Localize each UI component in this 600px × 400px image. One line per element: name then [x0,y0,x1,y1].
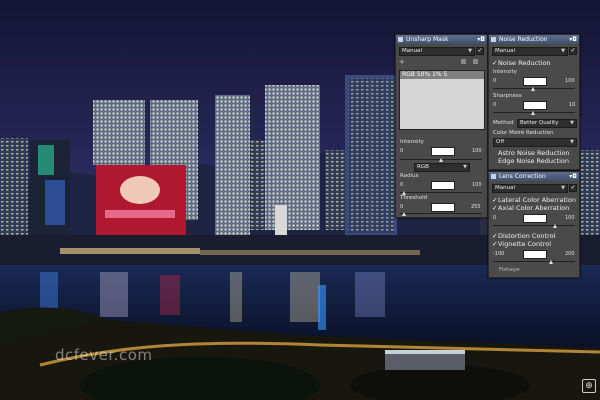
panel-icon [398,37,403,42]
unsharp-mode-select[interactable]: Manual ▼ [399,47,475,56]
unsharp-threshold-min: 0 [400,204,404,210]
panel-menu-icon[interactable]: ▾◘ [569,172,577,181]
unsharp-preset-list[interactable]: RGB 50% 1% 5 [399,70,485,130]
fisheye-label: Fisheye [499,267,520,273]
distortion-control-label: Distortion Control [498,232,556,240]
lateral-aberration-label: Lateral Color Aberration [498,196,576,204]
lateral-aberration-checkbox[interactable]: ✓Lateral Color Aberration [492,196,576,204]
vignette-control-label: Vignette Control [498,240,552,248]
lens-mode-select[interactable]: Manual ▼ [492,184,568,193]
unsharp-radius-field[interactable] [431,181,455,190]
panel-menu-icon[interactable]: ▾◘ [477,35,485,44]
zoom-icon[interactable]: ⊕ [582,379,596,393]
axial-min: 0 [493,215,497,221]
noise-reduction-titlebar[interactable]: Noise Reduction ▾◘ [489,35,579,44]
vignette-control-checkbox[interactable]: ✓Vignette Control [492,240,551,248]
unsharp-intensity-handle[interactable] [439,158,443,162]
axial-aberration-label: Axial Color Aberration [498,204,570,212]
unsharp-channel-value: RGB [417,164,429,170]
chevron-down-icon: ▼ [561,185,565,191]
unsharp-intensity-max: 100 [472,148,482,154]
unsharp-preset-item[interactable]: RGB 50% 1% 5 [400,71,484,79]
unsharp-threshold-handle[interactable] [402,212,406,216]
vignette-slider-handle[interactable] [549,260,553,264]
chevron-down-icon: ▼ [570,120,574,126]
noise-color-moire-select[interactable]: Off ▼ [493,138,577,147]
noise-sharpness-label: Sharpness [493,93,522,99]
unsharp-enable-checkbox[interactable]: ✓ [476,47,484,55]
chevron-down-icon: ▼ [463,164,467,170]
axial-aberration-checkbox[interactable]: ✓Axial Color Aberration [492,204,569,212]
lens-mode-value: Manual [495,185,515,191]
axial-slider-handle[interactable] [553,224,557,228]
astro-noise-label: Astro Noise Reduction [498,149,570,157]
edge-noise-checkbox[interactable]: Edge Noise Reduction [492,157,569,165]
noise-reduction-label: Noise Reduction [498,59,551,67]
unsharp-intensity-field[interactable] [431,147,455,156]
axial-slider[interactable] [493,225,575,226]
noise-sharpness-min: 0 [493,102,497,108]
noise-sharpness-field[interactable] [523,101,547,110]
noise-method-select[interactable]: Better Quality ▼ [517,119,577,128]
distortion-control-checkbox[interactable]: ✓Distortion Control [492,232,555,240]
noise-reduction-title: Noise Reduction [499,36,548,43]
noise-intensity-field[interactable] [523,77,547,86]
add-icon[interactable]: + [399,58,405,66]
noise-sharpness-max: 10 [569,102,576,108]
unsharp-mask-title: Unsharp Mask [406,36,449,43]
unsharp-intensity-label: Intensity [400,139,424,145]
axial-field[interactable] [523,214,547,223]
noise-reduction-panel: Noise Reduction ▾◘ Manual ▼ ✓ ✓Noise Redu… [488,34,580,170]
lens-correction-panel: Lens Correction ▾◘ Manual ▼ ✓ ✓Lateral Co… [488,171,580,278]
unsharp-threshold-field[interactable] [431,203,455,212]
noise-intensity-min: 0 [493,78,497,84]
astro-noise-checkbox[interactable]: Astro Noise Reduction [492,149,570,157]
vignette-slider[interactable] [493,261,575,262]
unsharp-radius-slider[interactable] [400,192,482,193]
noise-enable-checkbox[interactable]: ✓ [569,47,577,55]
noise-intensity-label: Intensity [493,69,517,75]
unsharp-threshold-slider[interactable] [400,213,482,214]
delete-icon[interactable] [473,59,478,64]
panel-icon [491,37,496,42]
lens-correction-titlebar[interactable]: Lens Correction ▾◘ [489,172,579,181]
lens-correction-title: Lens Correction [499,173,546,180]
vignette-field[interactable] [523,250,547,259]
save-icon[interactable] [461,59,466,64]
chevron-down-icon: ▼ [561,48,565,54]
noise-mode-value: Manual [495,48,515,54]
unsharp-mask-titlebar[interactable]: Unsharp Mask ▾◘ [396,35,487,44]
noise-intensity-handle[interactable] [531,87,535,91]
unsharp-radius-label: Radius [400,173,419,179]
noise-mode-select[interactable]: Manual ▼ [492,47,568,56]
axial-max: 100 [565,215,575,221]
panel-menu-icon[interactable]: ▾◘ [569,35,577,44]
noise-color-moire-label: Color Moiré Reduction [493,130,554,136]
noise-method-label: Method [493,120,514,126]
chevron-down-icon: ▼ [468,48,472,54]
panel-icon [491,174,496,179]
unsharp-intensity-min: 0 [400,148,404,154]
vignette-max: 200 [565,251,575,257]
unsharp-radius-min: 0 [400,182,404,188]
noise-reduction-checkbox[interactable]: ✓Noise Reduction [492,59,551,67]
noise-method-value: Better Quality [520,120,559,126]
unsharp-toolbar: + [399,58,484,67]
unsharp-radius-max: 100 [472,182,482,188]
vignette-min: -100 [493,251,505,257]
unsharp-threshold-label: Threshold [400,195,428,201]
unsharp-mode-value: Manual [402,48,422,54]
chevron-down-icon: ▼ [570,139,574,145]
noise-intensity-max: 100 [565,78,575,84]
edge-noise-label: Edge Noise Reduction [498,157,570,165]
watermark: dcfever.com [55,346,153,364]
unsharp-channel-select[interactable]: RGB ▼ [414,163,470,172]
lens-enable-checkbox[interactable]: ✓ [569,184,577,192]
noise-sharpness-handle[interactable] [531,111,535,115]
unsharp-mask-panel: Unsharp Mask ▾◘ Manual ▼ ✓ + RGB 50% 1% 5… [395,34,488,218]
noise-color-moire-value: Off [496,139,505,145]
unsharp-threshold-max: 255 [471,204,481,210]
